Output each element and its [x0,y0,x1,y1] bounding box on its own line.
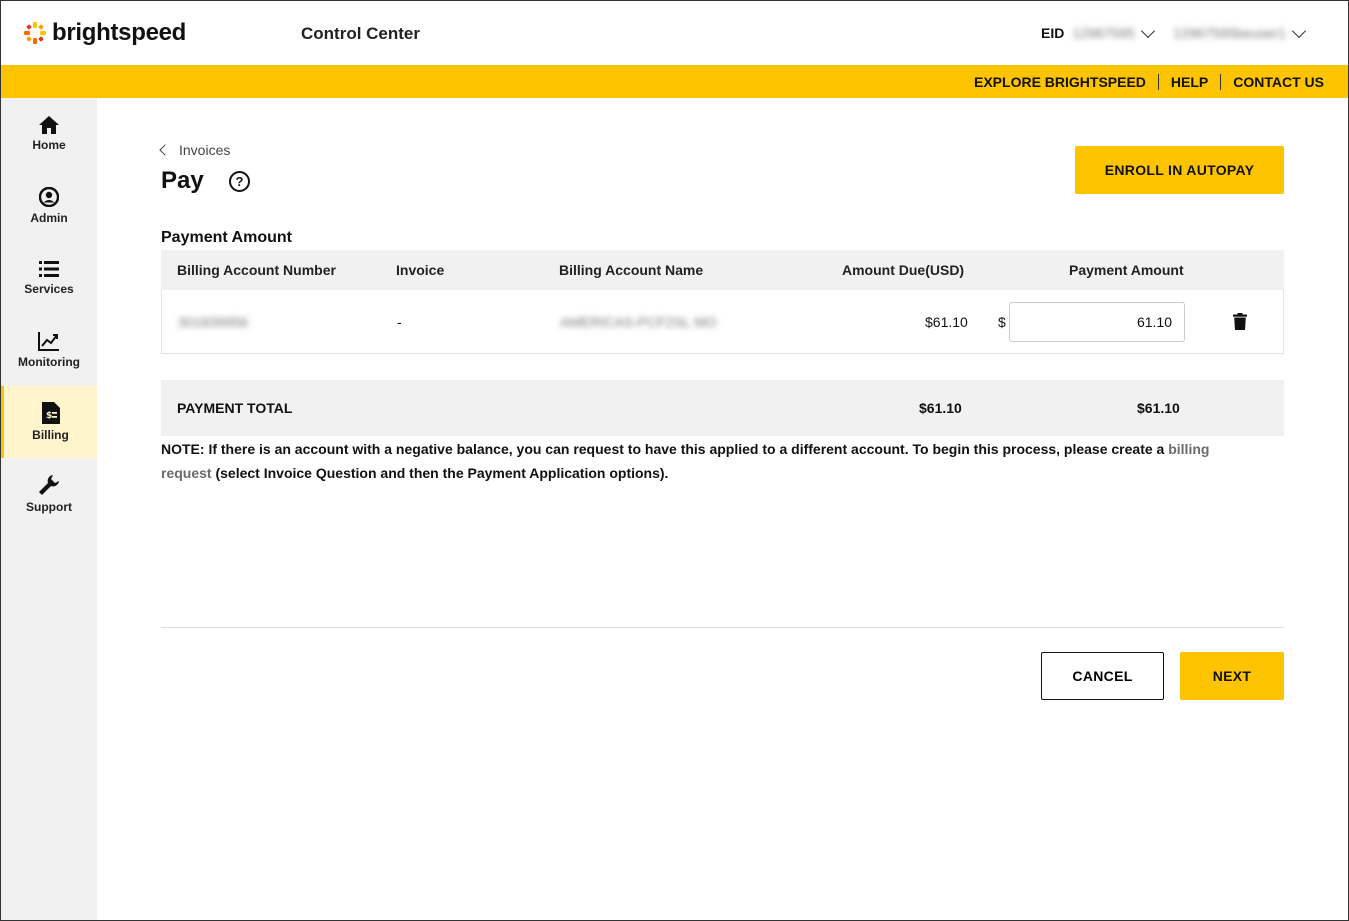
sidebar-item-home[interactable]: Home [1,98,97,170]
help-link[interactable]: HELP [1171,74,1208,90]
trash-icon[interactable] [1233,313,1247,330]
total-payment-amount: $61.10 [1137,400,1180,416]
enroll-autopay-button[interactable]: ENROLL IN AUTOPAY [1075,146,1284,194]
total-amount-due: $61.10 [919,400,962,416]
breadcrumb-invoices-link[interactable]: Invoices [179,142,230,158]
sidebar-item-label: Billing [32,428,69,442]
main-content: Invoices Pay ? ENROLL IN AUTOPAY Payment… [97,98,1348,920]
next-button[interactable]: NEXT [1180,652,1284,700]
home-icon [39,116,59,134]
column-header: Billing Account Name [559,262,704,278]
header: brightspeed Control Center EID 12967595 … [1,1,1348,65]
negative-balance-note: NOTE: If there is an account with a nega… [161,437,1261,485]
chevron-left-icon [159,144,171,156]
table-header: Billing Account Number Invoice Billing A… [161,250,1284,290]
invoice-cell: - [397,314,402,330]
contact-us-link[interactable]: CONTACT US [1233,74,1324,90]
sidebar-item-label: Home [32,138,66,152]
currency-symbol: $ [998,314,1006,330]
user-menu[interactable]: 12967595beuser1 [1173,23,1306,41]
payment-total-row: PAYMENT TOTAL $61.10 $61.10 [161,380,1284,436]
divider [161,627,1284,628]
breadcrumb[interactable]: Invoices [159,142,230,158]
payment-total-label: PAYMENT TOTAL [177,400,293,416]
sidebar-item-label: Support [26,500,72,514]
page-title: Pay [161,167,204,194]
column-header: Invoice [396,262,445,278]
wrench-icon [39,475,59,495]
sidebar-item-support[interactable]: Support [1,458,97,530]
sidebar-item-admin[interactable]: Admin [1,170,97,242]
section-title: Payment Amount [161,229,292,246]
sidebar-item-monitoring[interactable]: Monitoring [1,314,97,386]
brand-logo[interactable]: brightspeed [24,19,186,47]
sidebar-item-label: Services [24,282,74,296]
column-header: Billing Account Number [177,262,336,278]
account-name-cell: AMERICAS-PCF2SL MO [560,314,717,330]
top-link-bar: EXPLORE BRIGHTSPEED HELP CONTACT US [1,65,1348,98]
payment-amount-input[interactable] [1009,302,1185,342]
sidebar-item-label: Admin [30,211,68,225]
eid-value: 12967595 [1072,25,1135,41]
divider [1157,74,1159,90]
note-text: NOTE: If there is an account with a nega… [161,441,1169,457]
amount-due-cell: $61.10 [925,314,968,330]
cancel-button[interactable]: CANCEL [1041,652,1164,700]
eid-label: EID [1041,25,1065,41]
eid-selector[interactable]: EID 12967595 [1041,23,1155,41]
list-icon [39,261,59,277]
brand-name: brightspeed [52,19,187,46]
sidebar: Home Admin Services Monitoring $ Billing… [1,98,97,920]
column-header: Payment Amount [1069,262,1184,278]
divider [1220,74,1222,90]
user-name: 12967595beuser1 [1173,25,1286,41]
account-number-cell: 301839956 [178,314,249,330]
user-circle-icon [39,187,59,207]
payment-table: Billing Account Number Invoice Billing A… [161,250,1284,354]
sidebar-item-label: Monitoring [18,355,80,369]
explore-brightspeed-link[interactable]: EXPLORE BRIGHTSPEED [974,74,1146,90]
chevron-down-icon [1291,23,1306,38]
invoice-dollar-icon: $ [41,402,60,424]
brightspeed-logo-icon [24,22,46,44]
chart-line-icon [38,332,59,351]
table-row: 301839956 - AMERICAS-PCF2SL MO $61.10 $ [161,290,1284,354]
svg-text:$: $ [46,411,52,421]
sidebar-item-services[interactable]: Services [1,242,97,314]
note-text: (select Invoice Question and then the Pa… [211,465,669,481]
help-circle-icon[interactable]: ? [229,171,250,192]
column-header: Amount Due(USD) [842,262,965,278]
chevron-down-icon [1140,23,1155,38]
app-title: Control Center [301,24,420,43]
sidebar-item-billing[interactable]: $ Billing [1,386,97,458]
